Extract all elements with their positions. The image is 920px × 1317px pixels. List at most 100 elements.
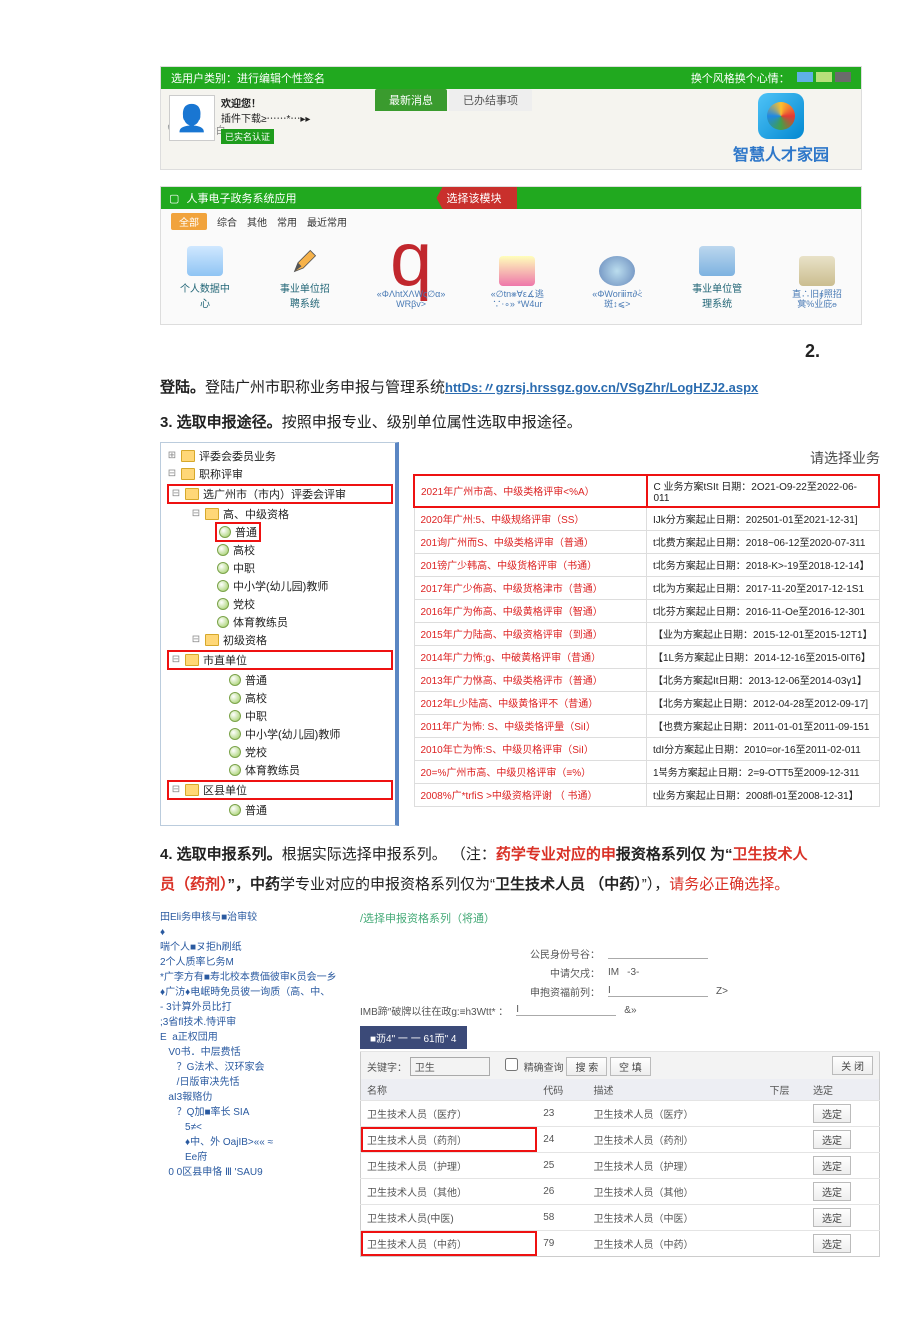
business-row[interactable]: 2015年广力陆高、中级资格评审（到通）【业为方案起止日期：2015-12-01… <box>414 622 879 645</box>
id-input[interactable] <box>608 947 708 959</box>
nav-line[interactable]: E a正权団用 <box>160 1030 340 1045</box>
nav-line[interactable]: V0书．中层费恬 <box>160 1045 340 1060</box>
app-unknown-q[interactable]: q «ΦΛhtΧΛWς∅α» WRβv> <box>377 244 446 310</box>
business-row[interactable]: 20=%广州市高、中级贝格评审（≡%）1북务方案起止日期：2=9-OTT5至20… <box>414 760 879 783</box>
nav-line[interactable]: ？Q加■率长 SIA <box>160 1105 340 1120</box>
business-row[interactable]: 2021年广州市高、中级类格评审<%A）C 业务方案tSIt 日期：2O21-O… <box>414 475 879 507</box>
tree-node[interactable]: ⊟初级资格 <box>167 631 393 649</box>
business-name: 2012年L少陆高、中级黄恪评不（昔通） <box>414 691 647 714</box>
tree-node[interactable]: ⊟选广州市（市内）评委会评审 <box>167 484 393 504</box>
tree-node[interactable]: 体育教练员 <box>167 761 393 779</box>
tree-node[interactable]: 中小学(幼儿园)教师 <box>167 577 393 595</box>
tree-node[interactable]: 中职 <box>167 559 393 577</box>
theme-swatch[interactable] <box>797 72 813 82</box>
select-button[interactable]: 选定 <box>813 1156 851 1175</box>
nav-line[interactable]: ;3省fl技术.恃评审 <box>160 1015 340 1030</box>
keyword-input[interactable]: 卫生 <box>410 1057 490 1076</box>
business-row[interactable]: 201询广州而S、中级类格评审（普通）t北费方案起止日期：2018~06-12至… <box>414 530 879 553</box>
nav-line[interactable]: /日版审决先恬 <box>160 1075 340 1090</box>
business-row[interactable]: 2008%广*trfiS >中级资格评谢 （ 书通）t业务方案起止日期：2008… <box>414 783 879 806</box>
tree-node[interactable]: 普通 <box>167 671 393 689</box>
tree-node[interactable]: ⊟区县单位 <box>167 780 393 800</box>
login-url-link[interactable]: httDs:〃gzrsj.hrssgz.gov.cn/VSgZhr/LogHZJ… <box>445 380 758 395</box>
expand-icon[interactable]: ⊟ <box>171 784 181 795</box>
nav-line[interactable]: ♦中、外 OajIB>«« ≈ <box>160 1135 340 1150</box>
expand-icon[interactable]: ⊟ <box>167 468 177 479</box>
nav-line[interactable]: Ee府 <box>160 1150 340 1165</box>
series-children <box>763 1204 807 1230</box>
tree-node[interactable]: 普通 <box>167 523 393 541</box>
nav-line[interactable]: 2个人质率匕务M <box>160 955 340 970</box>
business-row[interactable]: 2016年广为佈高、中级黄格评审（智通）t北芬方案起止日期：2016-11-Oe… <box>414 599 879 622</box>
tree-node[interactable]: 体育教练员 <box>167 613 393 631</box>
business-row[interactable]: 201镑广少韩高、中级货格评审（书通）t北务方案起止日期：2018-K>-19至… <box>414 553 879 576</box>
exact-match-checkbox[interactable] <box>505 1058 518 1071</box>
filter-item[interactable]: 综合 <box>217 214 237 229</box>
app-personal-data[interactable]: 个人数据中心 <box>177 246 233 310</box>
expand-icon[interactable]: ⊞ <box>167 450 177 461</box>
expand-icon[interactable]: ⊟ <box>191 634 201 645</box>
close-button[interactable]: 关 闭 <box>832 1056 873 1075</box>
business-row[interactable]: 2012年L少陆高、中级黄恪评不（昔通）【北务方案起止日期：2012-04-28… <box>414 691 879 714</box>
tree-node[interactable]: ⊟职称评审 <box>167 465 393 483</box>
series-children <box>763 1100 807 1126</box>
filter-item[interactable]: 其他 <box>247 214 267 229</box>
nav-line[interactable]: ？G法术、汉环家会 <box>160 1060 340 1075</box>
tree-node[interactable]: 中小学(幼儿园)教师 <box>167 725 393 743</box>
tree-node[interactable]: ⊞评委会委员业务 <box>167 447 393 465</box>
tree-node[interactable]: 普通 <box>167 801 393 819</box>
select-button[interactable]: 选定 <box>813 1182 851 1201</box>
before-input[interactable]: I <box>608 985 708 997</box>
tree-node[interactable]: ⊟市直单位 <box>167 650 393 670</box>
select-button[interactable]: 选定 <box>813 1234 851 1253</box>
business-table: 2021年广州市高、中级类格评审<%A）C 业务方案tSIt 日期：2O21-O… <box>413 474 880 807</box>
id-label: 公民身份号谷： <box>360 946 600 961</box>
business-row[interactable]: 2017年广少佈高、中级货格津市（昔通）t北为方案起止日期：2017-11-20… <box>414 576 879 599</box>
tree-node[interactable]: ⊟高、中级资格 <box>167 505 393 523</box>
select-button[interactable]: 选定 <box>813 1208 851 1227</box>
business-row[interactable]: 2010年亡为怖:S、中级贝格评审（SiI）tdI分方案起止日期：2010=or… <box>414 737 879 760</box>
nav-line[interactable]: ♦ <box>160 925 340 940</box>
imb-input[interactable]: I <box>516 1004 616 1016</box>
nav-line[interactable]: 5≠< <box>160 1120 340 1135</box>
app-book[interactable]: «∅tn⨳∀ε∡逃∵⋅∘» *W4ur <box>489 256 545 310</box>
exact-match-label: 精确查询 <box>524 1063 564 1074</box>
tree-node[interactable]: 高校 <box>167 689 393 707</box>
select-button[interactable]: 选定 <box>813 1104 851 1123</box>
app-institution-mgmt[interactable]: 事业单位管理系统 <box>689 246 745 310</box>
nav-line[interactable]: 0 0区县申恪 Ⅲ 'SAU9 <box>160 1165 340 1180</box>
business-row[interactable]: 2011年广为怖: S、中级类恪评量（SiI）【也费方案起止日期：2011-01… <box>414 714 879 737</box>
select-button[interactable]: 选定 <box>813 1130 851 1149</box>
nav-line[interactable]: 喘个人■ヌ拒h刷纸 <box>160 940 340 955</box>
series-desc: 卫生技术人员（医疗） <box>587 1100 763 1126</box>
app-recruitment[interactable]: 事业单位招聘系统 <box>277 246 333 310</box>
nav-line[interactable]: aI3報赂仂 <box>160 1090 340 1105</box>
nav-line[interactable]: ♦广汸♦电岷時免员彼一询质（高、中、 <box>160 985 340 1000</box>
tab-latest-news[interactable]: 最新消息 <box>375 89 447 111</box>
filter-all[interactable]: 全部 <box>171 213 207 230</box>
nav-line[interactable]: *广李方有■寿北校本费価彼审K员会一乡 <box>160 970 340 985</box>
tree-node[interactable]: 中职 <box>167 707 393 725</box>
theme-swatch[interactable] <box>835 72 851 82</box>
dialog-tab[interactable]: ■沥4" 一 一 61而" 4 <box>360 1026 467 1049</box>
tree-node[interactable]: 党校 <box>167 595 393 613</box>
app-globe[interactable]: «ΦWorⅲπ∂⩻斑↕⩽> <box>589 256 645 310</box>
business-row[interactable]: 2013年广力恘高、中级类格评市（普通）【北务方案起It日期：2013-12-0… <box>414 668 879 691</box>
tab-completed-items[interactable]: 已办结事项 <box>449 89 532 111</box>
filter-item[interactable]: 常用 <box>277 214 297 229</box>
business-row[interactable]: 2020年广州:5、中级规络评审（SS）IJk分方案起止日期：202501-01… <box>414 507 879 531</box>
filter-item[interactable]: 最近常用 <box>307 214 347 229</box>
app-card[interactable]: 直∴旧⨖照招蓂%业庇ⲑ <box>789 256 845 310</box>
search-button[interactable]: 搜 索 <box>566 1057 607 1076</box>
expand-icon[interactable]: ⊟ <box>191 508 201 519</box>
tree-node[interactable]: 党校 <box>167 743 393 761</box>
expand-icon[interactable]: ⊟ <box>171 488 181 499</box>
expand-icon[interactable]: ⊟ <box>171 654 181 665</box>
nav-line[interactable]: - 3计算外员比打 <box>160 1000 340 1015</box>
clear-button[interactable]: 空 填 <box>610 1057 651 1076</box>
module-select-tag[interactable]: 选择该模块 <box>436 187 517 209</box>
tree-node[interactable]: 高校 <box>167 541 393 559</box>
business-row[interactable]: 2014年广力怖;g、中破黄格评审（昔通）【1L务方案起止日期：2014-12-… <box>414 645 879 668</box>
theme-swatch[interactable] <box>816 72 832 82</box>
folder-icon <box>185 784 199 796</box>
